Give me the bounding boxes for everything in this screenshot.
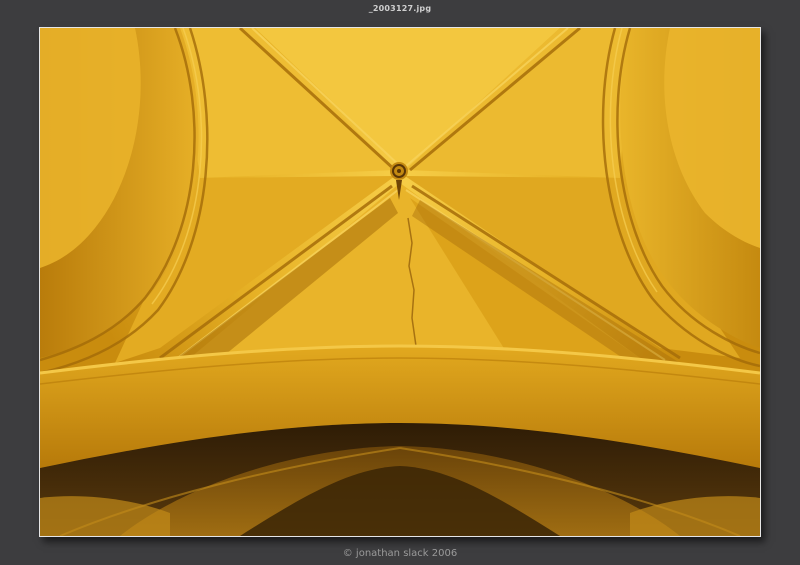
photo-credit: © jonathan slack 2006 bbox=[342, 548, 458, 559]
photo-frame bbox=[39, 27, 761, 537]
image-filename: _2003127.jpg bbox=[368, 4, 432, 13]
ceiling-boss-icon bbox=[390, 162, 408, 180]
vaulted-ceiling-photo bbox=[40, 28, 760, 536]
ceiling-vault-image bbox=[40, 28, 760, 536]
